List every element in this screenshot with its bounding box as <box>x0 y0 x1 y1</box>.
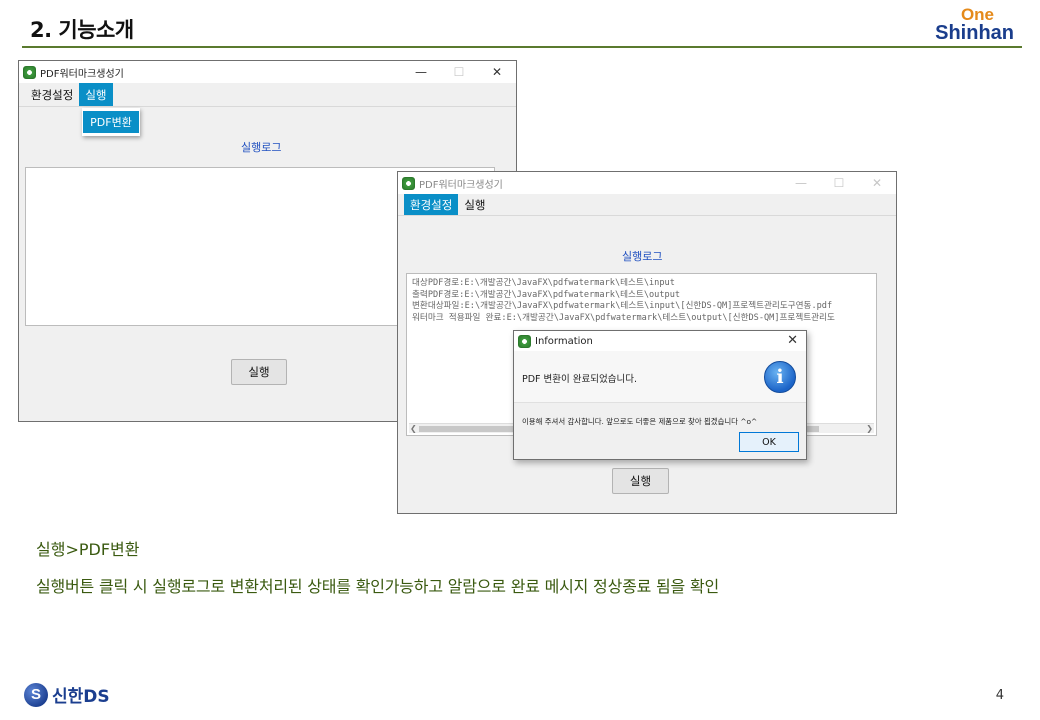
close-button[interactable]: ✕ <box>478 61 516 83</box>
ok-button[interactable]: OK <box>739 432 799 452</box>
scroll-right-icon[interactable]: ❯ <box>866 424 873 434</box>
menu-bar: 환경설정 실행 <box>398 194 896 216</box>
window-titlebar[interactable]: PDF워터마크생성기 — ☐ ✕ <box>398 172 896 194</box>
minimize-button[interactable]: — <box>402 61 440 83</box>
app-icon <box>23 65 36 79</box>
run-button[interactable]: 실행 <box>612 468 669 494</box>
log-line: 변환대상파일:E:\개발공간\JavaFX\pdfwatermark\테스트\i… <box>412 301 833 311</box>
dialog-title: Information <box>535 335 593 347</box>
log-label: 실행로그 <box>241 141 282 154</box>
minimize-button[interactable]: — <box>782 172 820 194</box>
dialog-message: 이용해 주셔서 감사합니다. 앞으로도 더좋은 제품으로 찾아 뵙겠습니다 ^o… <box>522 417 758 426</box>
menu-settings[interactable]: 환경설정 <box>25 83 79 106</box>
run-dropdown-menu: PDF변환 <box>82 108 140 136</box>
close-button[interactable]: ✕ <box>858 172 896 194</box>
feature-caption-title: 실행>PDF변환 <box>36 540 140 559</box>
menu-bar: 환경설정 실행 <box>19 83 516 107</box>
window-title: PDF워터마크생성기 <box>419 179 503 191</box>
menu-settings[interactable]: 환경설정 <box>404 194 459 215</box>
page-number: 4 <box>995 688 1004 703</box>
menu-run[interactable]: 실행 <box>458 194 491 215</box>
footer-logo-text: 신한DS <box>52 687 110 707</box>
log-line: 출력PDF경로:E:\개발공간\JavaFX\pdfwatermark\테스트\… <box>412 289 681 300</box>
information-dialog: Information ✕ PDF 변환이 완료되었습니다. i 이용해 주셔서… <box>513 330 807 460</box>
title-divider <box>22 46 1022 48</box>
maximize-button[interactable]: ☐ <box>440 61 478 83</box>
dialog-header-text: PDF 변환이 완료되었습니다. <box>522 374 637 385</box>
log-line: 워터마크 적용파일 완료:E:\개발공간\JavaFX\pdfwatermark… <box>412 312 835 323</box>
shinhan-ds-logo: S 신한DS <box>24 682 110 707</box>
brand-shinhan-text: Shinhan <box>935 22 1014 44</box>
run-button[interactable]: 실행 <box>231 359 287 385</box>
menu-item-pdf-convert[interactable]: PDF변환 <box>83 111 139 133</box>
dialog-header-panel: PDF 변환이 완료되었습니다. i <box>514 351 806 403</box>
brand-one-text: One <box>960 5 994 24</box>
window-titlebar[interactable]: PDF워터마크생성기 — ☐ ✕ <box>19 61 516 83</box>
slide-title: 2. 기능소개 <box>30 18 134 42</box>
app-icon <box>402 176 415 190</box>
app-icon <box>518 334 531 348</box>
information-icon: i <box>764 361 796 393</box>
feature-caption-description: 실행버튼 클릭 시 실행로그로 변환처리된 상태를 확인가능하고 알람으로 완료… <box>36 577 719 596</box>
menu-run[interactable]: 실행 <box>79 83 113 106</box>
maximize-button[interactable]: ☐ <box>820 172 858 194</box>
log-label: 실행로그 <box>622 250 663 263</box>
dialog-titlebar[interactable]: Information ✕ <box>514 331 806 351</box>
window-title: PDF워터마크생성기 <box>40 68 124 80</box>
shinhan-logo-icon: S <box>24 682 48 707</box>
log-line: 대상PDF경로:E:\개발공간\JavaFX\pdfwatermark\테스트\… <box>412 278 675 288</box>
scroll-left-icon[interactable]: ❮ <box>410 424 417 434</box>
dialog-close-button[interactable]: ✕ <box>787 333 798 348</box>
one-shinhan-logo: One Shinhan <box>935 6 1014 43</box>
